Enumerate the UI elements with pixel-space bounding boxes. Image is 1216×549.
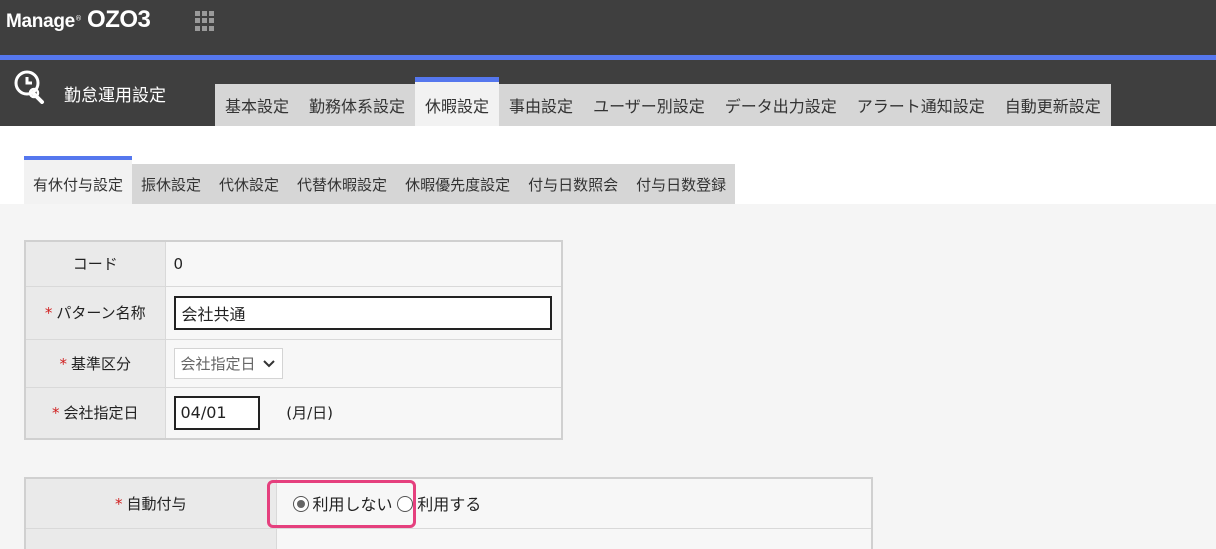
tab-work-system-settings[interactable]: 勤務体系設定 bbox=[299, 84, 416, 126]
tab-leave-settings[interactable]: 休暇設定 bbox=[415, 77, 500, 126]
brand-prefix: Manage bbox=[6, 11, 75, 32]
main-tabs: 基本設定 勤務体系設定 休暇設定 事由設定 ユーザー別設定 データ出力設定 アラ… bbox=[215, 77, 1111, 126]
pattern-name-label: * パターン名称 bbox=[24, 285, 166, 340]
highlight-box bbox=[267, 480, 416, 528]
required-mark: * bbox=[44, 304, 53, 322]
page-title: 勤怠運用設定 bbox=[64, 86, 166, 106]
sub-tabs: 有休付与設定 振休設定 代休設定 代替休暇設定 休暇優先度設定 付与日数照会 付… bbox=[24, 156, 736, 204]
subtab-alternative-leave[interactable]: 代替休暇設定 bbox=[288, 164, 397, 204]
subtab-leave-priority[interactable]: 休暇優先度設定 bbox=[396, 164, 520, 204]
auto-grant-form: * 自動付与 利用しない 利用する bbox=[24, 477, 873, 549]
subtab-paid-leave-grant[interactable]: 有休付与設定 bbox=[24, 156, 133, 204]
pattern-name-label-text: パターン名称 bbox=[56, 304, 146, 322]
required-mark: * bbox=[51, 404, 60, 423]
tab-alert-settings[interactable]: アラート通知設定 bbox=[846, 84, 995, 126]
required-mark: * bbox=[114, 494, 123, 513]
subtab-compensatory-holiday[interactable]: 代休設定 bbox=[210, 164, 289, 204]
apps-grid-icon[interactable] bbox=[195, 11, 215, 31]
tab-reason-settings[interactable]: 事由設定 bbox=[499, 84, 584, 126]
code-label: コード bbox=[24, 240, 166, 287]
brand-name: OZO3 bbox=[87, 6, 151, 33]
subtab-grant-days-registration[interactable]: 付与日数登録 bbox=[627, 164, 736, 204]
base-category-select[interactable]: 会社指定日 bbox=[173, 347, 283, 379]
chevron-down-icon bbox=[262, 360, 275, 368]
required-mark: * bbox=[59, 354, 67, 373]
tab-basic-settings[interactable]: 基本設定 bbox=[215, 84, 300, 126]
subtab-substitute-holiday[interactable]: 振休設定 bbox=[132, 164, 211, 204]
subtab-grant-days-inquiry[interactable]: 付与日数照会 bbox=[519, 164, 628, 204]
clock-settings-icon bbox=[14, 70, 44, 104]
auto-grant-option-on-label: 利用する bbox=[417, 495, 482, 515]
tab-user-settings[interactable]: ユーザー別設定 bbox=[583, 84, 715, 126]
pattern-name-input[interactable]: 会社共通 bbox=[173, 295, 552, 330]
next-row-label bbox=[24, 527, 277, 549]
company-date-label: * 会社指定日 bbox=[24, 386, 166, 440]
base-category-label-text: 基準区分 bbox=[70, 354, 131, 373]
date-format-hint: (月/日) bbox=[286, 404, 334, 423]
base-category-label: * 基準区分 bbox=[24, 338, 166, 388]
auto-grant-label-text: 自動付与 bbox=[126, 494, 187, 513]
company-date-input[interactable]: 04/01 bbox=[173, 395, 260, 430]
tab-data-export-settings[interactable]: データ出力設定 bbox=[714, 84, 847, 126]
pattern-form: コード 0 * パターン名称 会社共通 * 基準区分 会社指定日 * 会社指定日 04… bbox=[24, 240, 563, 440]
company-date-label-text: 会社指定日 bbox=[63, 404, 139, 423]
tab-auto-update-settings[interactable]: 自動更新設定 bbox=[994, 84, 1111, 126]
auto-grant-label: * 自動付与 bbox=[24, 477, 277, 529]
base-category-value: 会社指定日 bbox=[180, 354, 256, 373]
code-value: 0 bbox=[164, 240, 563, 287]
next-row-value bbox=[275, 527, 873, 549]
app-logo[interactable]: Manage® OZO3 bbox=[6, 6, 151, 34]
top-bar: Manage® OZO3 bbox=[0, 0, 1216, 55]
